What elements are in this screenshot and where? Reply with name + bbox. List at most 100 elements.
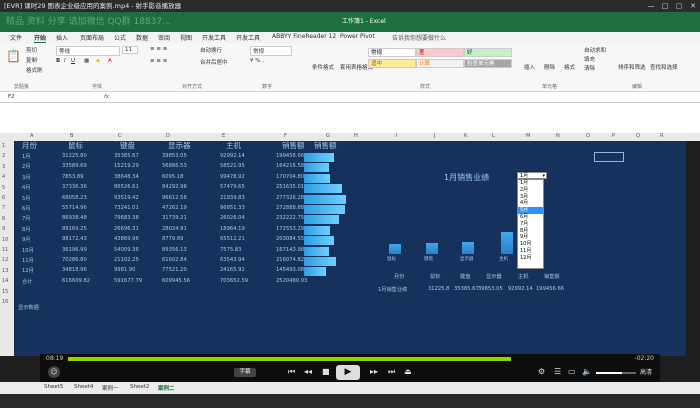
table-cell[interactable]: 609945.56 (162, 278, 190, 284)
number-format-select[interactable]: 常规 (250, 46, 292, 56)
month-option[interactable]: 8月 (518, 228, 543, 235)
table-cell[interactable]: 232222.75 (276, 215, 304, 221)
sheet-tab[interactable]: Sheet4 (74, 384, 93, 390)
tab-home[interactable]: 开始 (34, 33, 47, 43)
table-cell[interactable]: 96612.58 (162, 195, 187, 201)
tab-developer[interactable]: 开发工具 (202, 33, 226, 42)
row-label[interactable]: 6 (2, 195, 5, 201)
table-cell[interactable]: 4月 (22, 184, 31, 191)
align-left-icon[interactable]: ≡ ≡ ≡ (150, 58, 167, 64)
step-forward-icon[interactable]: ▸▸ (370, 367, 378, 376)
sheet-tab[interactable]: Sheet5 (44, 384, 63, 390)
tab-page-layout[interactable]: 页面布局 (80, 33, 104, 42)
table-cell[interactable]: 31739.21 (162, 215, 187, 221)
column-label-E[interactable]: E (222, 133, 225, 139)
table-cell[interactable]: 79683.38 (114, 215, 139, 221)
row-label[interactable]: 13 (2, 268, 8, 274)
table-cell[interactable]: 35385.67 (114, 153, 139, 159)
column-label-Q[interactable]: Q (636, 133, 640, 139)
row-label[interactable]: 10 (2, 237, 8, 243)
table-cell[interactable]: 251635.01 (276, 184, 304, 190)
month-option[interactable]: 5月 (518, 207, 543, 214)
sheet-tab[interactable]: 案例二 (158, 384, 175, 392)
table-cell[interactable]: 167143.98 (276, 247, 304, 253)
table-cell[interactable]: 8779.89 (162, 236, 183, 242)
table-cell[interactable]: 89169.25 (62, 226, 87, 232)
column-label-J[interactable]: J (434, 133, 435, 139)
month-option[interactable]: 9月 (518, 234, 543, 241)
play-button[interactable]: ▶ (336, 365, 360, 380)
table-cell[interactable]: 57479.65 (220, 184, 245, 190)
month-option[interactable]: 10月 (518, 241, 543, 248)
table-cell[interactable]: 54009.36 (114, 247, 139, 253)
tab-review[interactable]: 审阅 (158, 33, 170, 42)
table-cell[interactable]: 61602.84 (162, 257, 187, 263)
table-cell[interactable]: 272888.88 (276, 205, 304, 211)
table-cell[interactable]: 34818.96 (62, 267, 87, 273)
table-cell[interactable]: 24165.92 (220, 267, 245, 273)
table-cell[interactable]: 26026.04 (220, 215, 245, 221)
currency-icon[interactable]: ¥ % , (250, 58, 264, 64)
subtitle-button[interactable]: 字幕 (234, 368, 256, 377)
font-name-select[interactable]: 等线 (56, 46, 120, 56)
skip-back-icon[interactable]: ⏮ (288, 367, 295, 377)
style-check-cell[interactable]: 检查单元格 (464, 59, 512, 68)
row-label[interactable]: 8 (2, 216, 5, 222)
style-calculation[interactable]: 计算 (416, 59, 464, 68)
column-label-M[interactable]: M (526, 133, 530, 139)
name-box[interactable]: F2 (8, 94, 15, 100)
volume-slider[interactable] (596, 372, 636, 374)
row-label[interactable]: 7 (2, 205, 5, 211)
tab-insert[interactable]: 插入 (56, 33, 68, 42)
month-option[interactable]: 6月 (518, 214, 543, 221)
column-label-A[interactable]: A (30, 133, 33, 139)
table-cell[interactable]: 38648.34 (114, 174, 139, 180)
paste-icon[interactable]: 📋 (6, 49, 21, 63)
column-label-C[interactable]: C (118, 133, 122, 139)
row-label[interactable]: 4 (2, 174, 5, 180)
bold-button[interactable]: B (56, 58, 60, 64)
table-cell[interactable]: 7月 (22, 215, 31, 222)
column-label-D[interactable]: D (166, 133, 170, 139)
table-cell[interactable]: 89356.13 (162, 247, 187, 253)
row-label[interactable]: 15 (2, 289, 8, 295)
table-cell[interactable]: 10月 (22, 247, 34, 254)
table-cell[interactable]: 99478.92 (220, 174, 245, 180)
table-cell[interactable]: 86938.48 (62, 215, 87, 221)
table-cell[interactable]: 21102.25 (114, 257, 139, 263)
style-good[interactable]: 好 (464, 48, 512, 57)
delete-cells-button[interactable]: 删除 (544, 63, 555, 71)
column-label-H[interactable]: H (354, 133, 358, 139)
wrap-text-button[interactable]: 自动换行 (200, 46, 222, 54)
month-option[interactable]: 7月 (518, 221, 543, 228)
cut-button[interactable]: 剪切 (26, 46, 37, 54)
table-cell[interactable]: 9981.90 (114, 267, 135, 273)
table-cell[interactable]: 2520480.93 (276, 278, 307, 284)
table-cell[interactable]: 2月 (22, 163, 31, 170)
table-cell[interactable]: 203084.55 (276, 236, 304, 242)
rewind-icon[interactable]: ◂◂ (304, 367, 312, 376)
autosum-button[interactable]: 自动求和 (584, 46, 606, 54)
tab-abbyy[interactable]: ABBYY FineReader 12 (272, 33, 336, 40)
table-cell[interactable]: 277326.28 (276, 195, 304, 201)
eject-icon[interactable]: ⏏ (404, 367, 412, 376)
table-cell[interactable]: 172553.29 (276, 226, 304, 232)
table-cell[interactable]: 92992.14 (220, 153, 245, 159)
tab-developer-2[interactable]: 开发工具 (236, 33, 260, 42)
table-cell[interactable]: 77521.20 (162, 267, 187, 273)
column-label-L[interactable]: L (492, 133, 495, 139)
table-cell[interactable]: 199456.66 (276, 153, 304, 159)
row-label[interactable]: 3 (2, 164, 5, 170)
column-label-B[interactable]: B (70, 133, 73, 139)
row-label[interactable]: 11 (2, 247, 8, 253)
skip-forward-icon[interactable]: ⏭ (388, 367, 395, 377)
table-cell[interactable]: 9月 (22, 236, 31, 243)
table-cell[interactable]: 21939.83 (220, 195, 245, 201)
table-cell[interactable]: 31225.80 (62, 153, 87, 159)
table-cell[interactable]: 12月 (22, 267, 34, 274)
table-cell[interactable]: 73241.01 (114, 205, 139, 211)
insert-cells-button[interactable]: 插入 (524, 63, 535, 71)
table-cell[interactable]: 39853.05 (162, 153, 187, 159)
fx-icon[interactable]: fx (104, 94, 109, 100)
table-cell[interactable]: 145493.08 (276, 267, 304, 273)
